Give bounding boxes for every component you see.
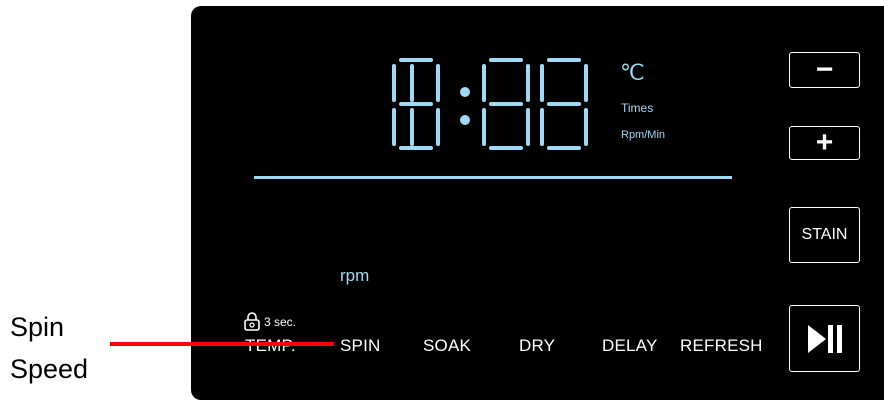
child-lock-indicator: 3 sec. (243, 312, 296, 332)
celsius-unit: ℃ (620, 60, 645, 85)
plus-button[interactable]: + (789, 126, 860, 160)
display-digit-3 (482, 58, 530, 150)
annotation-spin-text: Spin (10, 312, 65, 342)
play-pause-icon (807, 324, 842, 353)
mode-temp[interactable]: TEMP. (245, 336, 296, 356)
times-unit: Times (621, 101, 654, 115)
child-lock-label: 3 sec. (264, 315, 297, 329)
rpm-min-unit: Rpm/Min (621, 129, 666, 141)
colon-bottom (460, 115, 470, 125)
display-digit-4 (540, 58, 588, 150)
minus-button[interactable]: − (789, 52, 860, 88)
play-pause-button[interactable] (789, 305, 860, 372)
minus-label: − (815, 53, 834, 86)
rpm-indicator: rpm (340, 266, 370, 285)
child-lock-icon (244, 312, 260, 331)
mode-delay[interactable]: DELAY (602, 336, 658, 356)
plus-label: + (815, 126, 834, 159)
annotation-speed-text: Speed (10, 354, 89, 384)
mode-soak[interactable]: SOAK (423, 336, 471, 356)
stain-label: STAIN (801, 226, 848, 243)
colon-top (460, 87, 470, 97)
stain-button[interactable]: STAIN (789, 207, 860, 263)
mode-refresh[interactable]: REFRESH (680, 336, 763, 356)
display-divider (254, 176, 732, 179)
display-digit-2 (392, 58, 440, 150)
mode-dry[interactable]: DRY (519, 336, 555, 356)
annotation-pointer-line (110, 342, 334, 346)
mode-spin[interactable]: SPIN (340, 336, 380, 356)
